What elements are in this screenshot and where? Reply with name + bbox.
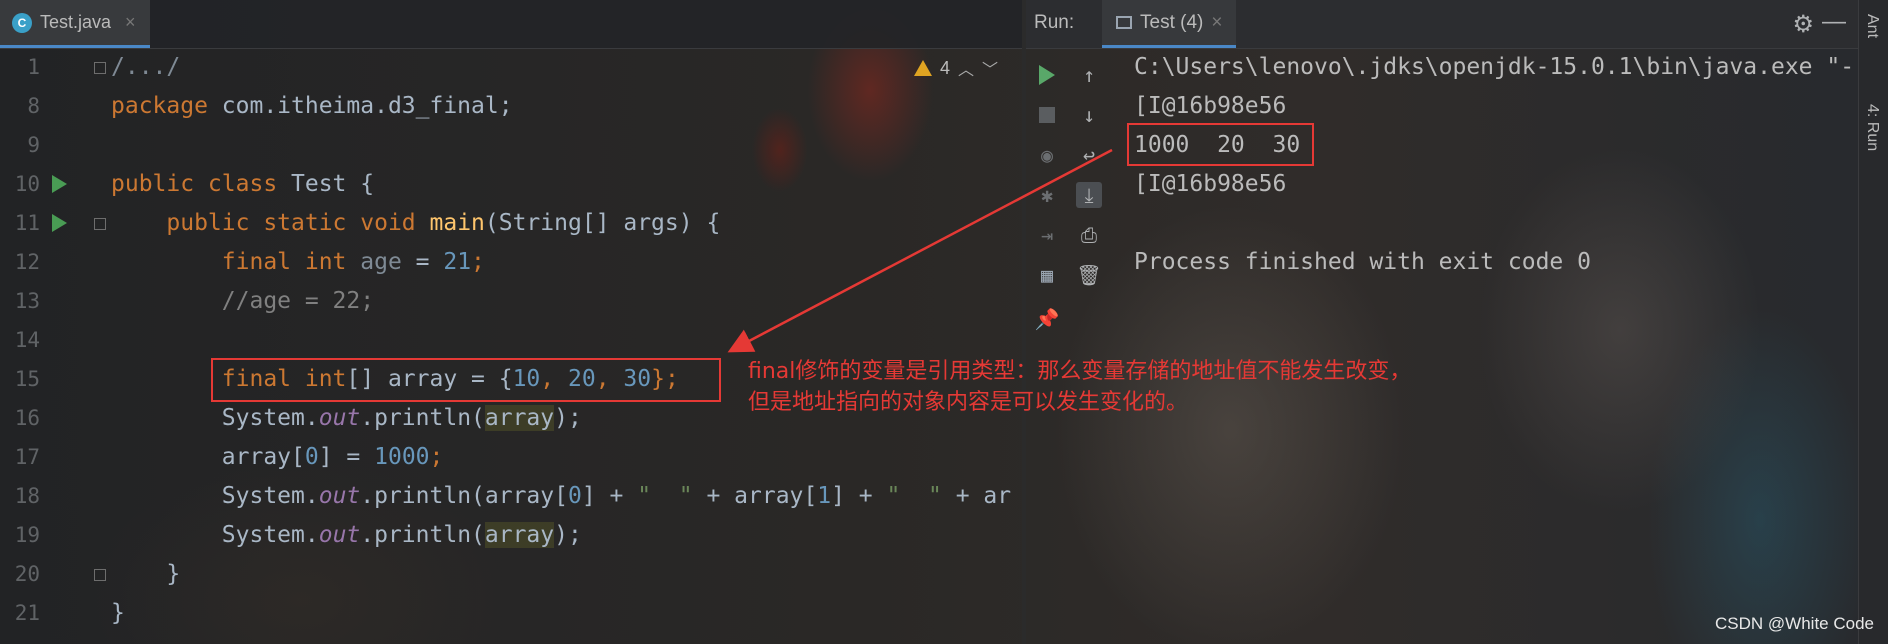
tab-label: Test.java — [40, 12, 112, 32]
line-number: 9 — [27, 133, 40, 157]
run-class-icon[interactable] — [52, 175, 67, 193]
line-number: 17 — [14, 445, 40, 469]
tab-test-java[interactable]: C Test.java × — [0, 0, 150, 48]
exit-icon: ⇥ — [1040, 223, 1054, 247]
fold-icon[interactable] — [94, 62, 106, 74]
code-line-21: } — [111, 600, 125, 626]
print-button[interactable]: ⎙ — [1076, 222, 1102, 248]
highlight-box-code — [211, 358, 721, 402]
line-number: 8 — [27, 94, 40, 118]
clear-all-button[interactable]: 🗑 — [1076, 262, 1102, 288]
annotation-text: final修饰的变量是引用类型：那么变量存储的地址值不能发生改变， 但是地址指向… — [748, 359, 1412, 415]
code-line-20: } — [111, 561, 181, 587]
line-number: 18 — [14, 484, 40, 508]
scroll-to-end-button[interactable]: ⤓ — [1076, 182, 1102, 208]
soft-wrap-icon: ↩ — [1082, 143, 1096, 167]
java-class-icon: C — [12, 12, 32, 33]
rerun-button[interactable] — [1034, 62, 1060, 88]
console-line: [I@16b98e56 — [1134, 171, 1287, 197]
line-number: 20 — [14, 562, 40, 586]
watermark: CSDN @White Code — [1715, 614, 1874, 633]
code-line-1: /.../ — [111, 54, 181, 80]
code-line-12: final int age = 21; — [111, 249, 485, 275]
fold-icon[interactable] — [94, 569, 106, 581]
highlight-box-output — [1127, 123, 1314, 166]
warning-count: 4 — [940, 57, 951, 78]
run-tab-label: Test (4) — [1140, 11, 1204, 33]
pin-icon: 📌 — [1034, 307, 1060, 331]
console-line: [I@16b98e56 — [1134, 93, 1287, 119]
arrow-down-icon: ↓ — [1082, 103, 1096, 127]
fold-icon[interactable] — [94, 218, 106, 230]
scroll-to-end-icon: ⤓ — [1084, 183, 1094, 207]
restore-layout-button[interactable]: ✱ — [1034, 182, 1060, 208]
right-tool-strip: Ant 4: Run — [1858, 0, 1888, 644]
console-line: Process finished with exit code 0 — [1134, 249, 1591, 275]
run-main-icon[interactable] — [52, 214, 67, 232]
code-line-19: System.out.println(array); — [111, 522, 582, 548]
stop-icon — [1039, 107, 1055, 123]
ant-tool-tab[interactable]: Ant — [1863, 14, 1881, 38]
stop-button[interactable] — [1034, 102, 1060, 128]
pin-button[interactable]: 📌 — [1034, 306, 1060, 332]
run-tool-tab[interactable]: 4: Run — [1863, 104, 1881, 151]
code-editor[interactable]: /.../ package com.itheima.d3_final; publ… — [111, 48, 1021, 644]
screenshot-button[interactable]: ◉ — [1034, 142, 1060, 168]
print-icon: ⎙ — [1081, 223, 1097, 247]
code-line-18: System.out.println(array[0] + " " + arra… — [111, 483, 1012, 509]
code-line-11: public static void main(String[] args) { — [111, 210, 721, 236]
layout-button[interactable]: ▦ — [1034, 262, 1060, 288]
code-line-10: public class Test { — [111, 171, 375, 197]
line-number: 12 — [14, 250, 40, 274]
scroll-up-button[interactable]: ↑ — [1076, 62, 1102, 88]
line-number: 11 — [14, 211, 40, 235]
scroll-down-button[interactable]: ↓ — [1076, 102, 1102, 128]
layout-icon: ▦ — [1040, 263, 1054, 287]
code-line-13: //age = 22; — [111, 288, 375, 314]
run-panel-header: Run: Test (4) × ⚙ — — [1026, 0, 1858, 49]
line-number: 14 — [14, 328, 40, 352]
console-icon — [1116, 16, 1132, 29]
gear-icon[interactable]: ⚙ — [1792, 10, 1814, 39]
chevron-down-icon[interactable]: ﹀ — [982, 56, 998, 80]
close-icon[interactable]: × — [1211, 12, 1222, 34]
run-label: Run: — [1034, 12, 1075, 33]
minimize-icon[interactable]: — — [1822, 8, 1846, 36]
line-number: 21 — [14, 601, 40, 625]
inspection-widget[interactable]: 4 ︿ ﹀ — [914, 54, 998, 82]
line-number: 15 — [14, 367, 40, 391]
console-line: C:\Users\lenovo\.jdks\openjdk-15.0.1\bin… — [1134, 54, 1855, 80]
play-icon — [1039, 65, 1055, 85]
close-icon[interactable]: × — [125, 12, 136, 33]
code-line-16: System.out.println(array); — [111, 405, 582, 431]
arrow-up-icon: ↑ — [1082, 63, 1096, 87]
soft-wrap-button[interactable]: ↩ — [1076, 142, 1102, 168]
line-number: 13 — [14, 289, 40, 313]
editor-gutter: 1 8 9 10 11 12 13 14 15 16 17 18 19 20 2… — [0, 48, 108, 644]
tab-run-test[interactable]: Test (4) × — [1102, 0, 1237, 48]
trash-icon: 🗑 — [1076, 263, 1102, 287]
line-number: 19 — [14, 523, 40, 547]
code-line-8: package com.itheima.d3_final; — [111, 93, 513, 119]
line-number: 16 — [14, 406, 40, 430]
run-toolbar-left: ◉ ✱ ⇥ ▦ 📌 — [1026, 48, 1068, 644]
run-toolbar-right: ↑ ↓ ↩ ⤓ ⎙ 🗑 — [1068, 48, 1110, 644]
line-number: 1 — [27, 55, 40, 79]
editor-tab-bar: C Test.java × — [0, 0, 1022, 49]
code-line-17: array[0] = 1000; — [111, 444, 444, 470]
debug-icon: ✱ — [1040, 183, 1054, 207]
camera-icon: ◉ — [1040, 143, 1054, 167]
line-number: 10 — [14, 172, 40, 196]
chevron-up-icon[interactable]: ︿ — [958, 56, 974, 80]
warning-icon — [914, 60, 932, 76]
exit-button[interactable]: ⇥ — [1034, 222, 1060, 248]
